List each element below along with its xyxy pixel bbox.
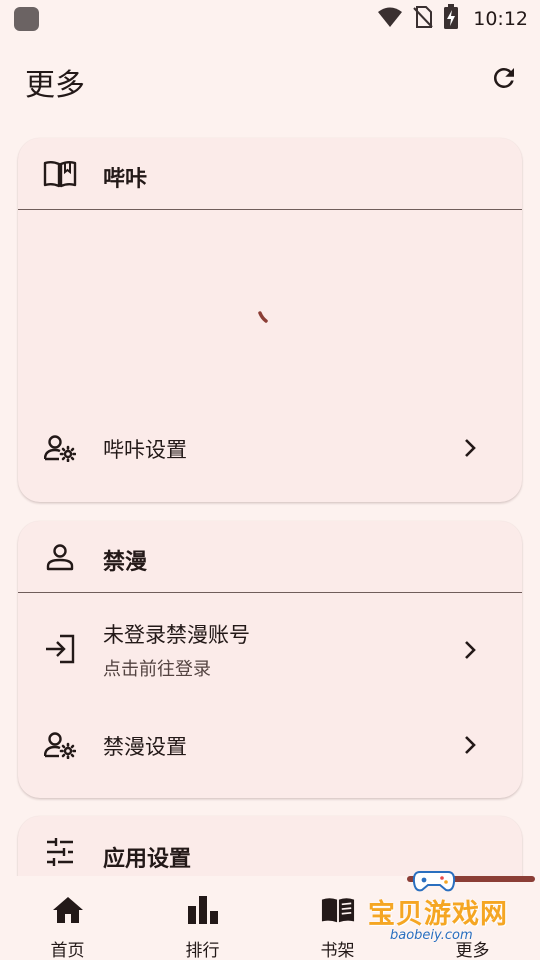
- jm-card-title: 禁漫: [103, 550, 148, 575]
- jm-settings-row[interactable]: 禁漫设置: [18, 713, 522, 777]
- bottom-navigation: 首页 排行 书架 更多: [0, 876, 540, 960]
- tune-icon: [42, 834, 78, 870]
- picacg-card: 哔咔 哔咔设置: [18, 138, 522, 502]
- jm-settings-label: 禁漫设置: [103, 735, 187, 759]
- home-icon: [51, 894, 85, 926]
- chevron-right-icon: [458, 436, 482, 460]
- jm-login-sublabel: 点击前往登录: [103, 659, 211, 680]
- bar-chart-icon: [186, 894, 220, 926]
- nav-item-more[interactable]: 更多: [405, 876, 540, 960]
- picacg-card-title: 哔咔: [103, 167, 148, 192]
- top-app-bar: 更多: [0, 48, 540, 112]
- nav-item-ranking[interactable]: 排行: [135, 876, 270, 960]
- more-icon: [456, 894, 490, 926]
- refresh-icon: [493, 68, 514, 88]
- nav-label-more: 更多: [455, 941, 490, 960]
- nav-item-bookshelf[interactable]: 书架: [270, 876, 405, 960]
- book-open-icon: [42, 156, 78, 192]
- nav-label-bookshelf: 书架: [320, 941, 355, 960]
- status-time: 10:12: [473, 8, 528, 30]
- nav-item-home[interactable]: 首页: [0, 876, 135, 960]
- app-notification-icon: [14, 7, 39, 31]
- manage-accounts-icon: [42, 727, 78, 763]
- loading-spinner: [258, 311, 268, 323]
- battery-charging-icon: [443, 4, 459, 34]
- book-icon: [321, 894, 355, 926]
- picacg-settings-row[interactable]: 哔咔设置: [18, 416, 522, 480]
- picacg-card-header: 哔咔: [18, 138, 522, 210]
- nav-label-ranking: 排行: [185, 941, 220, 960]
- chevron-right-icon: [458, 733, 482, 757]
- jm-login-row[interactable]: 未登录禁漫账号 点击前往登录: [18, 603, 522, 699]
- person-icon: [42, 539, 78, 575]
- jm-card-header: 禁漫: [18, 521, 522, 593]
- jm-login-label: 未登录禁漫账号: [103, 623, 250, 647]
- status-icons: 10:12: [377, 4, 528, 34]
- chevron-right-icon: [458, 638, 482, 662]
- wifi-icon: [377, 6, 403, 32]
- manage-accounts-icon: [42, 430, 78, 466]
- no-sim-icon: [413, 5, 433, 33]
- jm-card: 禁漫 未登录禁漫账号 点击前往登录 禁漫设置: [18, 521, 522, 798]
- page-title: 更多: [25, 68, 85, 103]
- picacg-settings-label: 哔咔设置: [103, 438, 187, 462]
- app-settings-card-title: 应用设置: [103, 847, 192, 872]
- status-bar: 10:12: [0, 0, 540, 36]
- login-icon: [42, 631, 78, 667]
- nav-label-home: 首页: [50, 941, 85, 960]
- refresh-button[interactable]: [486, 60, 522, 96]
